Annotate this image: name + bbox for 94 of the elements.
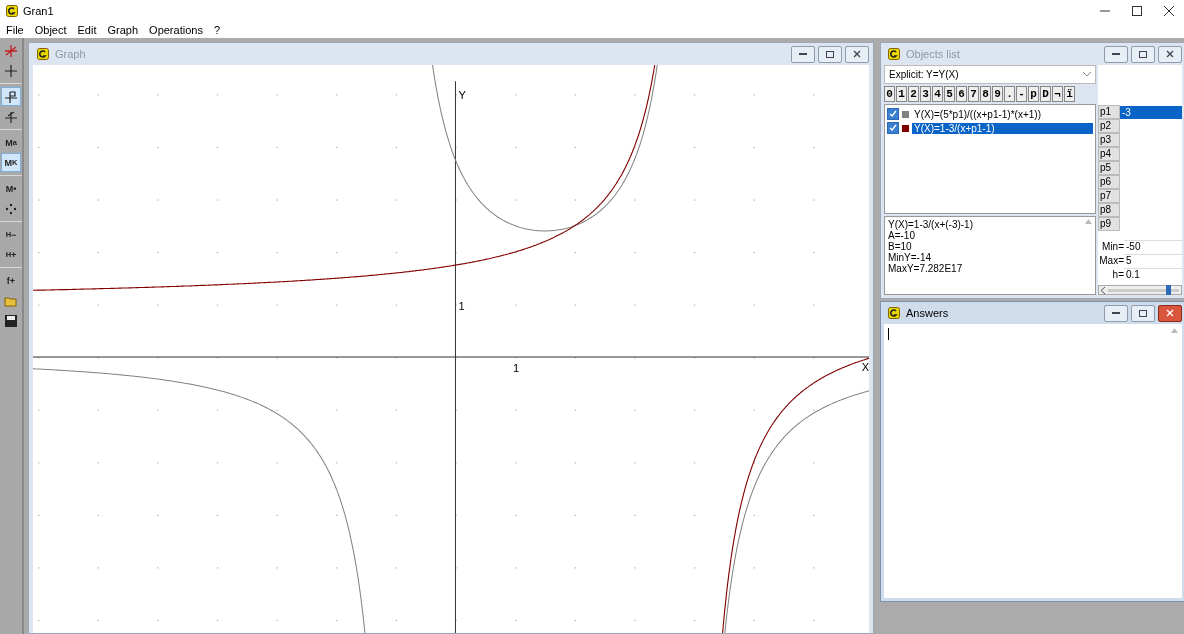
info-line: B=10 xyxy=(888,241,913,252)
key-button[interactable]: 2 xyxy=(908,86,919,102)
param-label: p6 xyxy=(1098,175,1120,189)
menu-item[interactable]: ? xyxy=(212,24,221,36)
param-label: p8 xyxy=(1098,203,1120,217)
key-button[interactable]: D xyxy=(1040,86,1051,102)
axes-icon xyxy=(4,43,18,58)
key-button[interactable]: - xyxy=(1016,86,1027,102)
minimize-icon xyxy=(799,52,807,56)
minimize-button[interactable] xyxy=(791,45,815,63)
param-label: p4 xyxy=(1098,147,1120,161)
param-label: p5 xyxy=(1098,161,1120,175)
maximize-icon[interactable] xyxy=(1132,6,1142,16)
app-logo-icon xyxy=(6,5,18,17)
formula-item[interactable]: Y(X)=(5*p1)/((x+p1-1)*(x+1)) xyxy=(912,108,1093,120)
maximize-button[interactable] xyxy=(1131,45,1155,63)
min-field[interactable]: -50 xyxy=(1124,240,1182,253)
app-logo-icon xyxy=(37,48,49,60)
text-cursor xyxy=(888,328,889,340)
key-button[interactable]: 9 xyxy=(992,86,1003,102)
max-field[interactable]: 5 xyxy=(1124,254,1182,267)
toolbar-button[interactable]: M• xyxy=(1,179,21,198)
key-button[interactable]: 7 xyxy=(968,86,979,102)
param-label: p2 xyxy=(1098,119,1120,133)
parameter-slider[interactable] xyxy=(1098,285,1182,295)
close-icon xyxy=(853,50,861,58)
menu-item[interactable]: Operations xyxy=(148,24,204,36)
checkbox[interactable] xyxy=(887,122,899,134)
toolbar-button[interactable]: f+ xyxy=(1,271,21,290)
key-button[interactable]: 0 xyxy=(884,86,895,102)
key-button[interactable]: 3 xyxy=(920,86,931,102)
tick-label: 1 xyxy=(458,299,465,312)
minimize-icon xyxy=(1112,52,1120,56)
info-line: MaxY=7.282E17 xyxy=(888,263,964,274)
maximize-button[interactable] xyxy=(818,45,842,63)
key-button[interactable]: ï xyxy=(1064,86,1075,102)
close-icon xyxy=(1166,50,1174,58)
minimize-button[interactable] xyxy=(1104,45,1128,63)
checkbox[interactable] xyxy=(887,108,899,120)
minimize-icon xyxy=(1112,311,1120,315)
slider-thumb[interactable] xyxy=(1166,284,1172,295)
key-button[interactable]: 5 xyxy=(944,86,955,102)
close-icon xyxy=(1166,309,1174,317)
param-label: p3 xyxy=(1098,133,1120,147)
toolbar-button[interactable] xyxy=(1,87,21,106)
menu-item[interactable]: Edit xyxy=(76,24,98,36)
key-button[interactable]: 6 xyxy=(956,86,967,102)
key-button[interactable]: . xyxy=(1004,86,1015,102)
app-title: Gran1 xyxy=(23,5,54,17)
maximize-button[interactable] xyxy=(1131,304,1155,322)
axis-marker-icon xyxy=(4,89,18,104)
axis-label: X xyxy=(861,361,869,374)
scroll-left-icon[interactable] xyxy=(1101,286,1105,294)
save-icon xyxy=(4,313,18,328)
dots-icon xyxy=(4,201,18,216)
key-button[interactable]: p xyxy=(1028,86,1039,102)
minimize-button[interactable] xyxy=(1104,304,1128,322)
window-title: Objects list xyxy=(906,48,960,60)
menu-item[interactable]: File xyxy=(5,24,25,36)
window-title: Graph xyxy=(55,48,86,60)
menu-item[interactable]: Object xyxy=(33,24,68,36)
close-icon[interactable] xyxy=(1164,6,1174,16)
close-button[interactable] xyxy=(1158,45,1182,63)
close-button[interactable] xyxy=(845,45,869,63)
key-button[interactable]: 1 xyxy=(896,86,907,102)
param-label: p1 xyxy=(1098,105,1120,119)
param-label: p7 xyxy=(1098,189,1120,203)
app-logo-icon xyxy=(888,48,900,60)
info-line: Y(X)=1-3/(x+(-3)-1) xyxy=(888,219,974,230)
window-title: Answers xyxy=(906,307,949,319)
mode-dropdown[interactable]: Explicit: Y=Y(X) xyxy=(884,65,1096,84)
max-label: Max= xyxy=(1098,255,1124,266)
app-logo-icon xyxy=(888,307,900,319)
maximize-icon xyxy=(1139,50,1147,58)
formula-item[interactable]: Y(X)=1-3/(x+p1-1) xyxy=(912,122,1093,134)
menu-item[interactable]: Graph xyxy=(106,24,140,36)
key-button[interactable]: 4 xyxy=(932,86,943,102)
info-line: A=-10 xyxy=(888,230,915,241)
plus-icon xyxy=(4,63,18,78)
tick-label: 1 xyxy=(513,362,520,375)
maximize-icon xyxy=(826,50,834,58)
close-button[interactable] xyxy=(1158,304,1182,322)
key-button[interactable]: ¬ xyxy=(1052,86,1063,102)
min-label: Min= xyxy=(1101,241,1124,252)
info-line: MinY=-14 xyxy=(888,252,933,263)
chevron-icon xyxy=(1083,72,1091,77)
maximize-icon xyxy=(1139,309,1147,317)
step-field[interactable]: 0.1 xyxy=(1124,268,1182,281)
axis-label: Y xyxy=(458,89,466,102)
step-label: h= xyxy=(1111,269,1124,280)
axis-star-icon xyxy=(4,109,18,124)
param-label: p9 xyxy=(1098,217,1120,231)
param-field[interactable]: -3 xyxy=(1120,105,1182,119)
key-button[interactable]: 8 xyxy=(980,86,991,102)
